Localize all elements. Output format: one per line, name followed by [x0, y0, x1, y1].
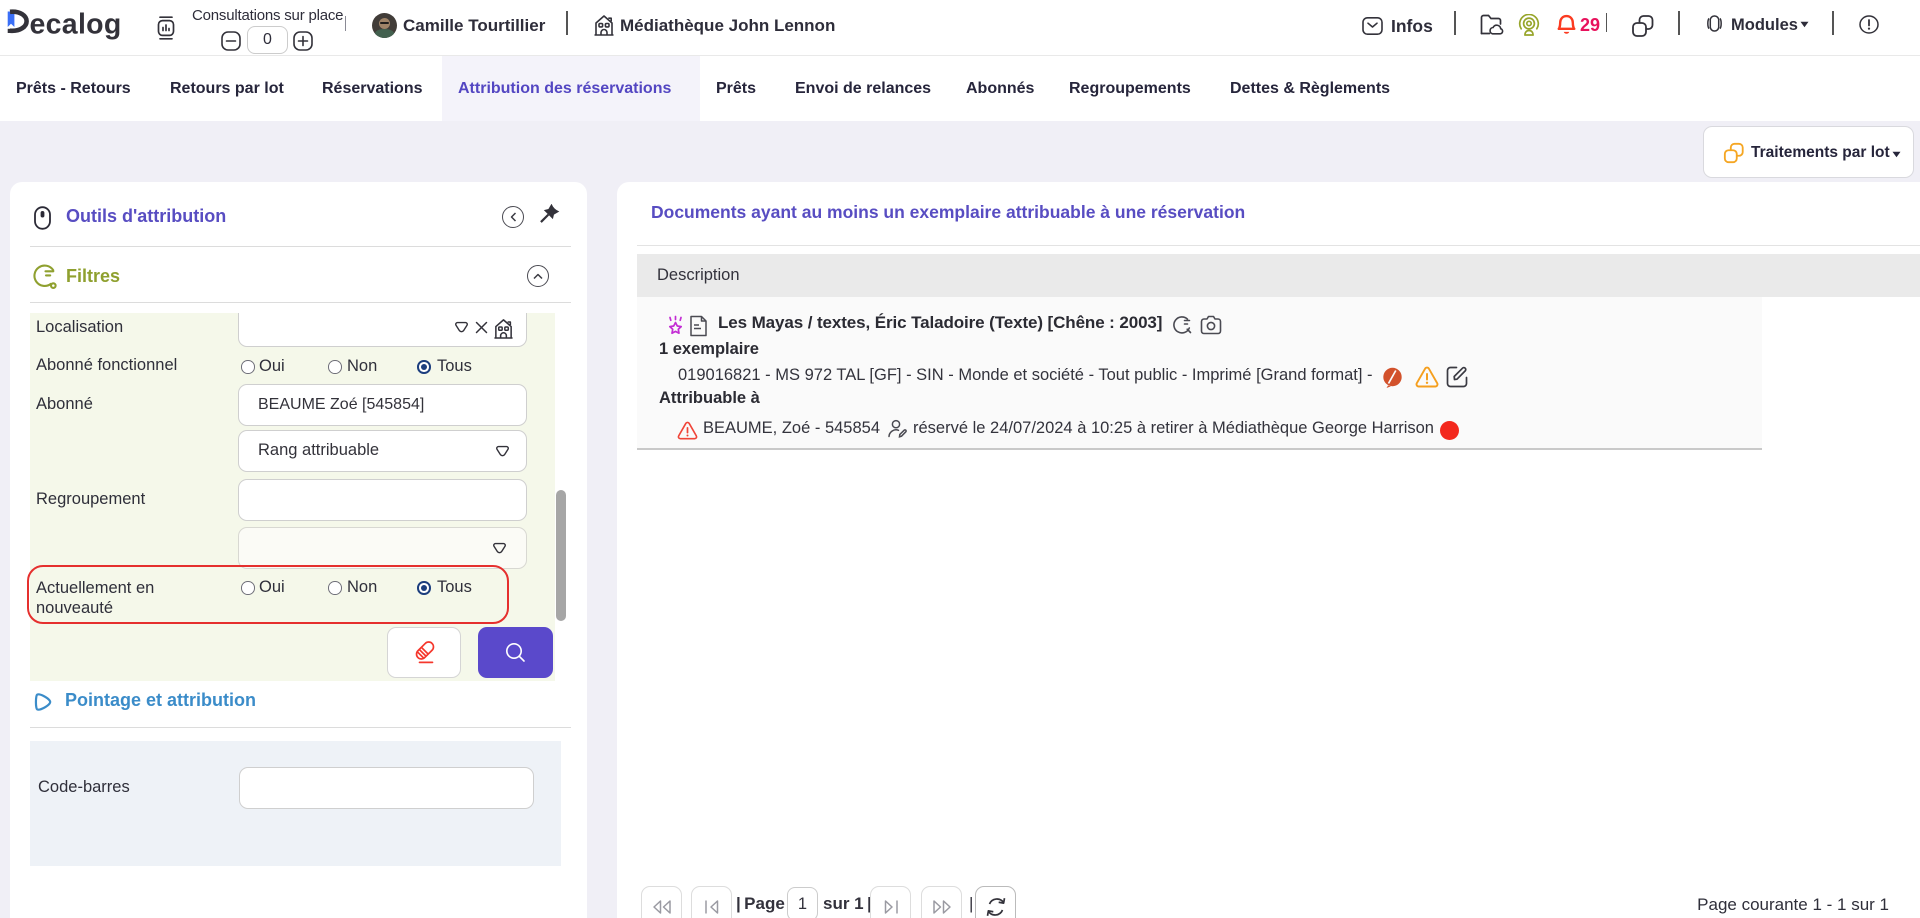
- svg-text:ecalog: ecalog: [30, 8, 122, 40]
